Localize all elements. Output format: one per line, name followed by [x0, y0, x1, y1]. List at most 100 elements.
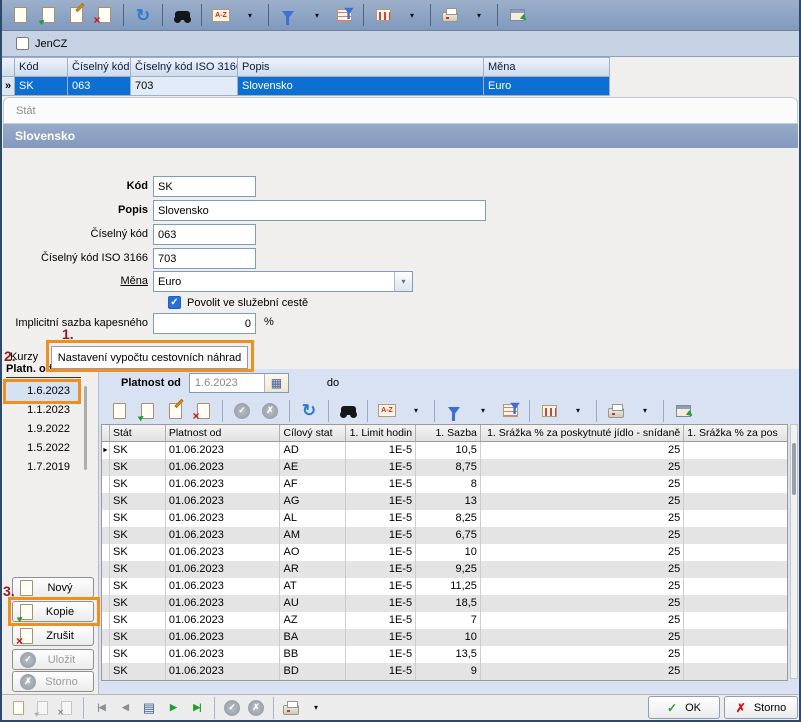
- table-row[interactable]: SK01.06.2023AE1E-58,7525: [102, 459, 787, 476]
- columns-dropdown-button[interactable]: ▾: [397, 2, 425, 28]
- grid-cell[interactable]: 01.06.2023: [166, 459, 281, 476]
- mena-combobox[interactable]: Euro ▾: [153, 271, 413, 292]
- table-row[interactable]: SK01.06.2023AM1E-56,7525: [102, 527, 787, 544]
- sort-button[interactable]: A-Z: [207, 2, 235, 28]
- grid-cell[interactable]: 1E-5: [346, 493, 416, 510]
- cancel-button[interactable]: ✗: [256, 398, 284, 424]
- grid-cell[interactable]: 01.06.2023: [166, 510, 281, 527]
- ulozit-button[interactable]: ✓ Uložit: [12, 649, 94, 670]
- delete-row-button[interactable]: ×: [189, 398, 217, 424]
- grid-cell[interactable]: SK: [110, 663, 166, 680]
- grid-cell[interactable]: SK: [110, 510, 166, 527]
- grid-cell[interactable]: BB: [280, 646, 346, 663]
- grid-cell[interactable]: [684, 629, 787, 646]
- grid-cell[interactable]: [684, 476, 787, 493]
- browse-records-button[interactable]: ▤: [137, 697, 161, 719]
- grid-cell[interactable]: [684, 442, 787, 459]
- grid-cell[interactable]: 1E-5: [346, 578, 416, 595]
- grid-cell[interactable]: AD: [280, 442, 346, 459]
- grid-cell[interactable]: [684, 493, 787, 510]
- table-row[interactable]: ►SK01.06.2023AD1E-510,525: [102, 442, 787, 459]
- grid-cell[interactable]: 01.06.2023: [166, 595, 281, 612]
- grid-cell[interactable]: SK: [110, 595, 166, 612]
- first-record-button[interactable]: |◀: [89, 697, 113, 719]
- grid-cell[interactable]: 8,75: [416, 459, 481, 476]
- last-record-button[interactable]: ▶|: [185, 697, 209, 719]
- filter-dropdown-button[interactable]: ▾: [302, 2, 330, 28]
- grid-cell[interactable]: 8,25: [416, 510, 481, 527]
- grid-cell[interactable]: 1E-5: [346, 476, 416, 493]
- grid-cell[interactable]: 1E-5: [346, 561, 416, 578]
- filter-rows-dropdown-button[interactable]: ▾: [468, 398, 496, 424]
- grid-cell[interactable]: 01.06.2023: [166, 629, 281, 646]
- grid-cell[interactable]: [684, 561, 787, 578]
- copy-record-button[interactable]: ►: [34, 2, 62, 28]
- grid-cell[interactable]: 13: [416, 493, 481, 510]
- novy-button[interactable]: Nový: [12, 577, 94, 598]
- table-row[interactable]: SK01.06.2023BA1E-51025: [102, 629, 787, 646]
- table-row[interactable]: SK01.06.2023AT1E-511,2525: [102, 578, 787, 595]
- rate-date-item[interactable]: 1.1.2023: [6, 401, 78, 420]
- next-record-button[interactable]: ▶: [161, 697, 185, 719]
- column-header-limit[interactable]: 1. Limit hodin: [346, 425, 416, 442]
- grid-cell[interactable]: SK: [110, 527, 166, 544]
- mena-label[interactable]: Měna: [2, 271, 148, 292]
- table-row[interactable]: SK01.06.2023AZ1E-5725: [102, 612, 787, 629]
- table-row[interactable]: SK01.06.2023AO1E-51025: [102, 544, 787, 561]
- grid-cell[interactable]: 7: [416, 612, 481, 629]
- rate-date-item[interactable]: 1.7.2019: [6, 458, 78, 477]
- column-header-ciselny[interactable]: Číselný kód: [68, 57, 131, 77]
- grid-cell[interactable]: 25: [481, 663, 684, 680]
- grid-cell[interactable]: 9: [416, 663, 481, 680]
- calendar-icon[interactable]: ▦: [264, 374, 288, 392]
- print-button[interactable]: [436, 2, 464, 28]
- grid-cell[interactable]: 1E-5: [346, 442, 416, 459]
- columns-button[interactable]: [369, 2, 397, 28]
- tab-nastaveni-nahrad[interactable]: Nastavení vypočtu cestovních náhrad: [51, 346, 248, 369]
- table-row[interactable]: SK01.06.2023AG1E-51325: [102, 493, 787, 510]
- column-header-mena[interactable]: Měna: [484, 57, 610, 77]
- grid-cell[interactable]: 01.06.2023: [166, 646, 281, 663]
- table-row[interactable]: SK01.06.2023AL1E-58,2525: [102, 510, 787, 527]
- new-row-button[interactable]: [105, 398, 133, 424]
- grid-cell[interactable]: 25: [481, 595, 684, 612]
- grid-cell[interactable]: 11,25: [416, 578, 481, 595]
- chevron-down-icon[interactable]: ▾: [394, 272, 412, 291]
- grid-cell[interactable]: 25: [481, 629, 684, 646]
- grid-cell[interactable]: 01.06.2023: [166, 527, 281, 544]
- popis-field[interactable]: [153, 200, 486, 221]
- new-record-button-small[interactable]: [6, 697, 30, 719]
- grid-cell[interactable]: [684, 544, 787, 561]
- grid-cell[interactable]: 01.06.2023: [166, 578, 281, 595]
- edit-row-button[interactable]: [161, 398, 189, 424]
- print-dropdown-button-small[interactable]: ▾: [303, 697, 327, 719]
- grid-cell[interactable]: AT: [280, 578, 346, 595]
- grid-cell[interactable]: 1E-5: [346, 544, 416, 561]
- grid-cell[interactable]: 25: [481, 561, 684, 578]
- grid-cell[interactable]: SK: [110, 442, 166, 459]
- grid-cell[interactable]: [684, 527, 787, 544]
- grid-cell[interactable]: 1E-5: [346, 663, 416, 680]
- cell-mena[interactable]: Euro: [484, 77, 610, 96]
- grid-cell[interactable]: 13,5: [416, 646, 481, 663]
- grid-cell[interactable]: AR: [280, 561, 346, 578]
- grid-cell[interactable]: AM: [280, 527, 346, 544]
- grid-cell[interactable]: AO: [280, 544, 346, 561]
- table-row[interactable]: » SK 063 703 Slovensko Euro: [2, 77, 610, 96]
- grid-cell[interactable]: 25: [481, 646, 684, 663]
- new-record-button[interactable]: [6, 2, 34, 28]
- column-header-kod[interactable]: Kód: [15, 57, 68, 77]
- grid-cell[interactable]: 25: [481, 510, 684, 527]
- cell-popis[interactable]: Slovensko: [238, 77, 484, 96]
- cell-kod[interactable]: SK: [15, 77, 68, 96]
- confirm-button[interactable]: ✓: [228, 398, 256, 424]
- grid-cell[interactable]: 25: [481, 612, 684, 629]
- grid-cell[interactable]: 01.06.2023: [166, 442, 281, 459]
- grid-cell[interactable]: [684, 612, 787, 629]
- grid-cell[interactable]: SK: [110, 646, 166, 663]
- sazba-kapesneho-field[interactable]: [153, 313, 256, 334]
- delete-record-button-small[interactable]: ×: [54, 697, 78, 719]
- grid-cell[interactable]: 25: [481, 476, 684, 493]
- grid-cell[interactable]: SK: [110, 544, 166, 561]
- grid-cell[interactable]: [684, 510, 787, 527]
